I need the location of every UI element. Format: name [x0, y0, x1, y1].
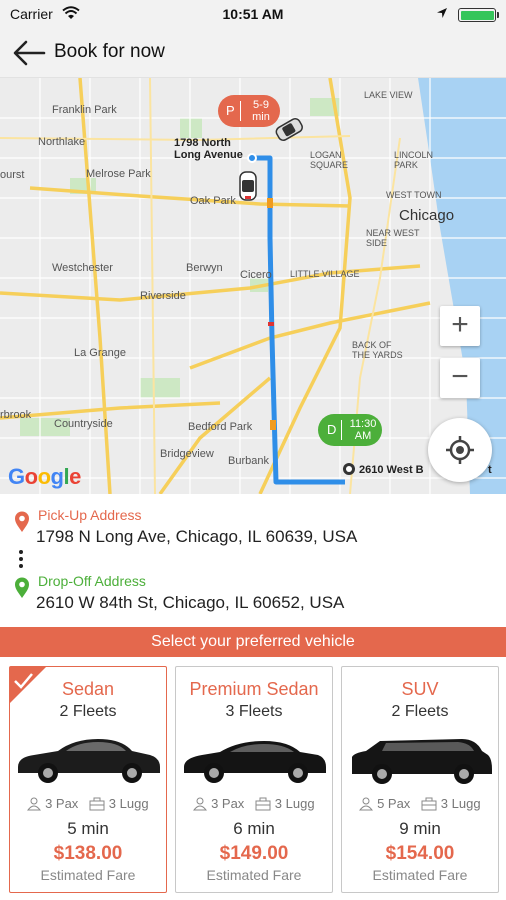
pickup-pin-icon: [15, 511, 29, 532]
pickup-label: Pick-Up Address: [38, 507, 142, 523]
map-label-back-of-yards: BACK OF THE YARDS: [352, 340, 403, 360]
vehicle-eta: 9 min: [399, 819, 441, 838]
luggage-icon: [89, 797, 105, 811]
map-label-near-west-side: NEAR WEST SIDE: [366, 228, 420, 248]
vehicle-eta: 6 min: [233, 819, 275, 838]
map-label-lake-view: LAKE VIEW: [364, 90, 413, 100]
map-label-berwyn: Berwyn: [186, 262, 223, 274]
dropoff-eta-marker[interactable]: D 11:30 AM: [318, 414, 382, 446]
vehicle-card-sedan[interactable]: Sedan 2 Fleets 3 Pax 3 Lugg 5 min $138.0…: [9, 666, 167, 893]
dropoff-address: 2610 W 84th St, Chicago, IL 60652, USA: [36, 593, 345, 612]
luggage-icon: [255, 797, 271, 811]
map-label-westchester: Westchester: [52, 262, 113, 274]
sedan-car-icon: [18, 739, 160, 783]
map-label-logan-square: LOGAN SQUARE: [310, 150, 349, 170]
passenger-icon: [359, 797, 374, 811]
vehicle-fleets: 2 Fleets: [59, 703, 117, 720]
map-label-burbank: Burbank: [228, 455, 269, 467]
route-dots: [19, 550, 23, 571]
crosshair-icon: [446, 436, 474, 464]
pickup-eta-marker[interactable]: P 5-9 min: [218, 95, 280, 127]
zoom-out-button[interactable]: −: [440, 358, 480, 398]
vehicle-fleets: 3 Fleets: [225, 703, 283, 720]
map-label-bedford-park: Bedford Park: [188, 421, 253, 433]
map-label-bridgeview: Bridgeview: [160, 448, 214, 460]
estimated-fare-label: Estimated Fare: [372, 867, 468, 883]
vehicle-name: Premium Sedan: [189, 679, 319, 699]
app-header: Book for now: [0, 28, 506, 78]
dropoff-pin-icon: [15, 577, 29, 598]
status-bar: Carrier 10:51 AM: [0, 0, 506, 28]
page-title: Book for now: [54, 41, 165, 62]
map-label-countryside: Countryside: [54, 418, 113, 430]
map-label-melrose-park: Melrose Park: [86, 168, 151, 180]
google-logo: Google: [8, 464, 81, 489]
premium-sedan-car-icon: [184, 741, 326, 783]
map-label-la-grange: La Grange: [74, 347, 126, 359]
vehicle-capacity: 5 Pax 3 Lugg: [342, 795, 498, 811]
estimated-fare-label: Estimated Fare: [206, 867, 302, 883]
vehicle-price: $138.00: [53, 843, 123, 864]
vehicle-fleets: 2 Fleets: [391, 703, 449, 720]
suv-car-icon: [352, 739, 492, 784]
location-arrow-icon: [437, 8, 447, 18]
zoom-in-button[interactable]: +: [440, 306, 480, 346]
vehicle-name: SUV: [401, 679, 439, 699]
select-vehicle-banner: Select your preferred vehicle: [0, 627, 506, 657]
vehicle-capacity: 3 Pax 3 Lugg: [176, 795, 332, 811]
my-location-button[interactable]: [428, 418, 492, 482]
passenger-icon: [27, 797, 42, 811]
vehicle-eta: 5 min: [67, 819, 109, 838]
map-label-cicero: Cicero: [240, 269, 272, 281]
map-label-lincoln-park: LINCOLN PARK: [394, 150, 434, 170]
vehicle-card-premium-sedan[interactable]: Premium Sedan 3 Fleets 3 Pax 3 Lugg 6 mi…: [175, 666, 333, 893]
pickup-map-label: 1798 North Long Avenue: [174, 137, 243, 161]
map-label-west-town: WEST TOWN: [386, 190, 442, 200]
vehicle-name: Sedan: [61, 679, 115, 699]
dropoff-map-label: 2610 West B: [359, 464, 424, 476]
luggage-icon: [421, 797, 437, 811]
clock: 10:51 AM: [222, 6, 284, 22]
map-label-northlake: Northlake: [38, 136, 86, 148]
map-label-riverside: Riverside: [140, 290, 186, 302]
map-label-chicago: Chicago: [399, 207, 455, 224]
back-arrow-icon[interactable]: [12, 39, 46, 67]
pickup-address: 1798 N Long Ave, Chicago, IL 60639, USA: [36, 527, 358, 546]
vehicle-capacity: 3 Pax 3 Lugg: [10, 795, 166, 811]
map-label-oak-park: Oak Park: [190, 195, 236, 207]
vehicle-price: $149.00: [219, 843, 289, 864]
map-label-edge-2: rbrook: [0, 409, 32, 421]
estimated-fare-label: Estimated Fare: [40, 867, 136, 883]
route-map[interactable]: Chicago Franklin Park Northlake Melrose …: [0, 78, 506, 494]
vehicle-price: $154.00: [385, 843, 455, 864]
map-label-little-village: LITTLE VILLAGE: [290, 269, 360, 279]
battery-icon: [458, 8, 499, 22]
map-label-edge-1: ourst: [0, 169, 25, 181]
dropoff-label: Drop-Off Address: [38, 573, 146, 589]
map-label-franklin-park: Franklin Park: [52, 104, 117, 116]
passenger-icon: [193, 797, 208, 811]
vehicle-card-suv[interactable]: SUV 2 Fleets 5 Pax 3 Lugg 9 min $154.00 …: [341, 666, 499, 893]
